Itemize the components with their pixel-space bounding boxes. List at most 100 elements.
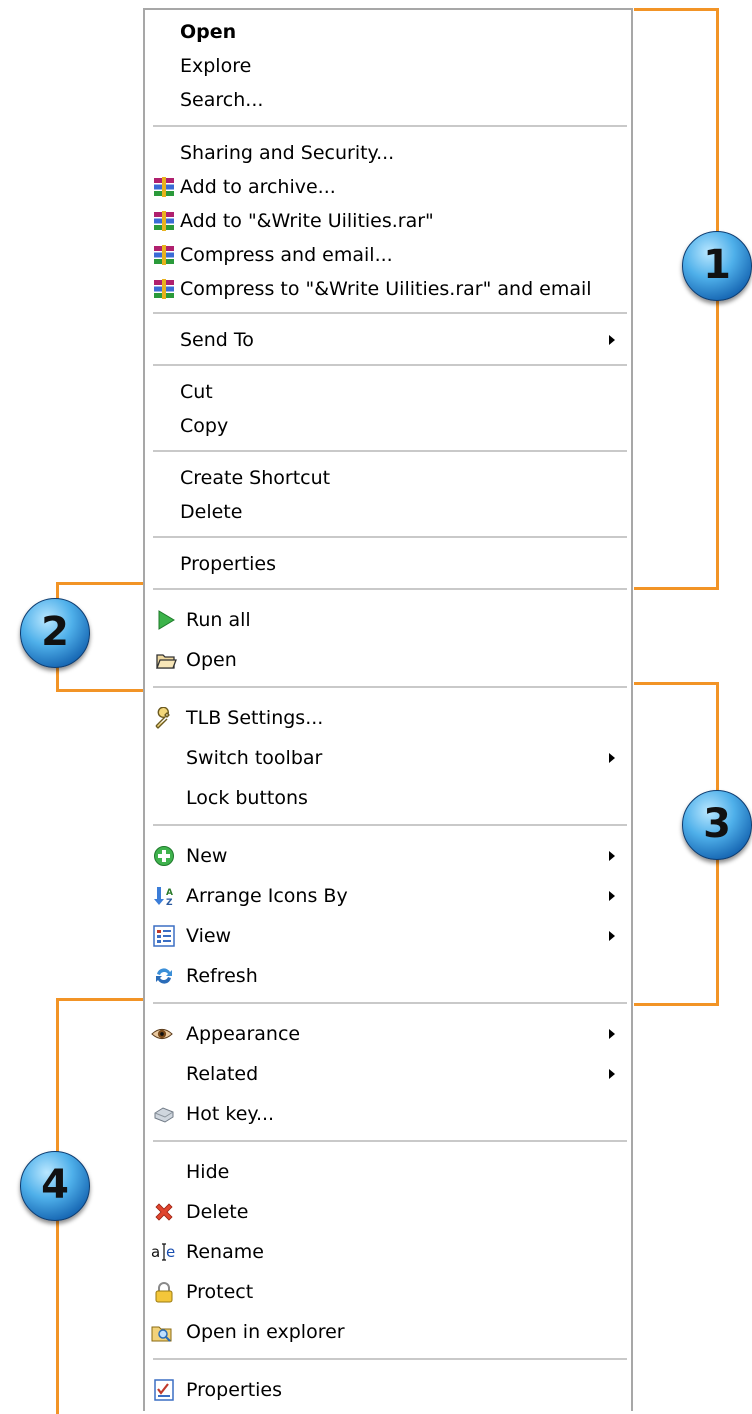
submenu-arrow-icon — [609, 851, 615, 861]
callout-badge-1: 1 — [682, 231, 752, 301]
menu-item-label: Add to archive... — [180, 176, 336, 198]
menu-item-create-shortcut[interactable]: Create Shortcut — [145, 462, 631, 494]
menu-item-label: Switch toolbar — [186, 747, 323, 769]
menu-item-switch-toolbar[interactable]: Switch toolbar — [145, 742, 631, 774]
menu-item-add-to-rar[interactable]: Add to "&Write Uilities.rar" — [145, 205, 631, 237]
menu-item-label: Delete — [186, 1201, 249, 1223]
menu-item-lock-buttons[interactable]: Lock buttons — [145, 782, 631, 814]
menu-item-label: Appearance — [186, 1023, 301, 1045]
rename-text-cursor-icon: ae — [151, 1243, 175, 1261]
menu-item-protect[interactable]: Protect — [145, 1276, 631, 1308]
menu-separator — [153, 1002, 627, 1004]
menu-separator — [153, 125, 627, 127]
menu-item-appearance[interactable]: Appearance — [145, 1018, 631, 1050]
menu-item-hide[interactable]: Hide — [145, 1156, 631, 1188]
menu-item-label: Send To — [180, 329, 254, 351]
callout-badge-2: 2 — [20, 598, 90, 668]
menu-item-label: TLB Settings... — [186, 707, 324, 729]
eye-icon — [151, 1028, 173, 1040]
menu-item-label: Run all — [186, 609, 251, 631]
menu-item-label: Search... — [180, 89, 264, 111]
green-plus-icon — [154, 846, 174, 866]
submenu-arrow-icon — [609, 1029, 615, 1039]
menu-item-refresh[interactable]: Refresh — [145, 960, 631, 992]
menu-item-open-in-explorer[interactable]: Open in explorer — [145, 1316, 631, 1348]
menu-item-label: Cut — [180, 381, 213, 403]
menu-item-label: Arrange Icons By — [186, 885, 348, 907]
menu-item-open[interactable]: Open — [145, 16, 631, 48]
menu-item-run-all[interactable]: Run all — [145, 604, 631, 636]
menu-item-label: Delete — [180, 501, 243, 523]
menu-separator — [153, 364, 627, 366]
winrar-archive-icon — [154, 177, 174, 197]
menu-separator — [153, 312, 627, 314]
winrar-archive-icon — [154, 279, 174, 299]
svg-text:e: e — [166, 1243, 175, 1261]
menu-item-add-to-archive[interactable]: Add to archive... — [145, 171, 631, 203]
menu-separator — [153, 824, 627, 826]
padlock-icon — [155, 1282, 173, 1303]
menu-item-label: Copy — [180, 415, 229, 437]
properties-checklist-icon — [154, 1379, 174, 1401]
menu-item-compress-email[interactable]: Compress and email... — [145, 239, 631, 271]
callout-badge-4: 4 — [20, 1151, 90, 1221]
svg-text:a: a — [151, 1243, 160, 1261]
menu-item-label: Open in explorer — [186, 1321, 345, 1343]
menu-separator — [153, 1140, 627, 1142]
menu-item-new[interactable]: New — [145, 840, 631, 872]
submenu-arrow-icon — [609, 1069, 615, 1079]
menu-separator — [153, 1358, 627, 1360]
menu-separator — [153, 450, 627, 452]
menu-item-label: Add to "&Write Uilities.rar" — [180, 210, 434, 232]
menu-item-tlb-settings[interactable]: TLB Settings... — [145, 702, 631, 734]
menu-item-label: Open — [180, 21, 237, 43]
menu-item-delete[interactable]: Delete — [145, 496, 631, 528]
menu-item-copy[interactable]: Copy — [145, 410, 631, 442]
refresh-icon — [156, 968, 172, 984]
sort-az-icon: AZ — [154, 887, 173, 907]
menu-item-label: Refresh — [186, 965, 258, 987]
menu-item-label: Sharing and Security... — [180, 142, 395, 164]
menu-item-compress-rar-email[interactable]: Compress to "&Write Uilities.rar" and em… — [145, 273, 631, 305]
submenu-arrow-icon — [609, 891, 615, 901]
menu-item-label: Lock buttons — [186, 787, 308, 809]
svg-text:A: A — [166, 888, 173, 898]
menu-item-send-to[interactable]: Send To — [145, 324, 631, 356]
open-folder-icon — [156, 654, 177, 669]
menu-item-label: Rename — [186, 1241, 264, 1263]
menu-item-label: Hot key... — [186, 1103, 275, 1125]
menu-item-explore[interactable]: Explore — [145, 50, 631, 82]
winrar-archive-icon — [154, 245, 174, 265]
menu-item-label: New — [186, 845, 228, 867]
menu-item-open-folder[interactable]: Open — [145, 644, 631, 676]
menu-item-rename[interactable]: ae Rename — [145, 1236, 631, 1268]
menu-item-arrange-icons[interactable]: AZ Arrange Icons By — [145, 880, 631, 912]
menu-separator — [153, 536, 627, 538]
menu-item-label: Open — [186, 649, 237, 671]
wrench-icon — [155, 707, 170, 729]
menu-item-label: Related — [186, 1063, 259, 1085]
submenu-arrow-icon — [609, 931, 615, 941]
submenu-arrow-icon — [609, 753, 615, 763]
menu-item-hot-key[interactable]: Hot key... — [145, 1098, 631, 1130]
menu-item-label: View — [186, 925, 232, 947]
menu-item-label: Hide — [186, 1161, 230, 1183]
svg-text:Z: Z — [166, 898, 173, 907]
menu-item-view[interactable]: View — [145, 920, 631, 952]
context-menu: Open Explore Search... Sharing and Secur… — [143, 8, 633, 1411]
menu-item-label: Compress and email... — [180, 244, 393, 266]
menu-item-cut[interactable]: Cut — [145, 376, 631, 408]
menu-item-label: Properties — [180, 553, 277, 575]
menu-item-label: Create Shortcut — [180, 467, 331, 489]
winrar-archive-icon — [154, 211, 174, 231]
menu-item-properties-2[interactable]: Properties — [145, 1374, 631, 1406]
menu-item-properties[interactable]: Properties — [145, 548, 631, 580]
menu-item-label: Properties — [186, 1379, 283, 1401]
menu-item-search[interactable]: Search... — [145, 84, 631, 116]
menu-item-sharing-security[interactable]: Sharing and Security... — [145, 137, 631, 169]
submenu-arrow-icon — [609, 335, 615, 345]
red-x-icon — [155, 1203, 173, 1221]
menu-item-delete-2[interactable]: Delete — [145, 1196, 631, 1228]
menu-item-related[interactable]: Related — [145, 1058, 631, 1090]
callout-badge-3: 3 — [682, 790, 752, 860]
